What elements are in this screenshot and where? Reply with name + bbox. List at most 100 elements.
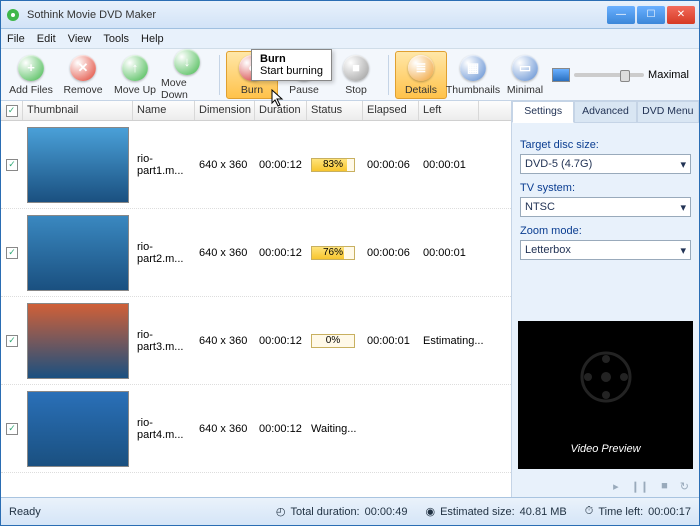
disc-size-select[interactable]: DVD-5 (4.7G)▾ — [520, 154, 691, 174]
thumbnails-button[interactable]: ▦Thumbnails — [447, 51, 499, 99]
titlebar: Sothink Movie DVD Maker — ☐ ✕ — [1, 1, 699, 29]
status-ready: Ready — [9, 506, 41, 518]
chevron-down-icon: ▾ — [680, 244, 686, 257]
details-button[interactable]: ≣Details — [395, 51, 447, 99]
menubar: File Edit View Tools Help — [1, 29, 699, 49]
cell-duration: 00:00:12 — [255, 421, 307, 437]
table-row[interactable]: ✓ rio-part1.m... 640 x 360 00:00:12 83% … — [1, 121, 511, 209]
progress-bar: 0% — [311, 334, 355, 348]
row-checkbox[interactable]: ✓ — [6, 423, 18, 435]
zoom-slider[interactable] — [574, 73, 644, 77]
app-icon — [5, 7, 21, 23]
tv-system-label: TV system: — [520, 182, 691, 194]
menu-view[interactable]: View — [68, 33, 92, 45]
zoom-mode-label: Zoom mode: — [520, 225, 691, 237]
col-left[interactable]: Left — [419, 101, 479, 120]
cell-name: rio-part3.m... — [133, 327, 195, 355]
cell-duration: 00:00:12 — [255, 333, 307, 349]
play-icon[interactable]: ▸ — [613, 480, 619, 493]
thumbnail-image — [27, 303, 129, 379]
minimize-button[interactable]: — — [607, 6, 635, 24]
col-thumbnail[interactable]: Thumbnail — [23, 101, 133, 120]
disc-icon: ◉ — [425, 505, 435, 518]
window-title: Sothink Movie DVD Maker — [27, 9, 607, 21]
progress-bar: 76% — [311, 246, 355, 260]
move-up-button[interactable]: ↑Move Up — [109, 51, 161, 99]
table-body: ✓ rio-part1.m... 640 x 360 00:00:12 83% … — [1, 121, 511, 473]
table-header: ✓ Thumbnail Name Dimension Duration Stat… — [1, 101, 511, 121]
est-size-value: 40.81 MB — [520, 506, 567, 518]
cell-name: rio-part4.m... — [133, 415, 195, 443]
tv-system-select[interactable]: NTSC▾ — [520, 197, 691, 217]
cell-duration: 00:00:12 — [255, 157, 307, 173]
close-button[interactable]: ✕ — [667, 6, 695, 24]
cell-dimension: 640 x 360 — [195, 421, 255, 437]
zoom-slider-area: Maximal — [552, 68, 695, 82]
side-tabs: Settings Advanced DVD Menu — [512, 101, 699, 123]
cell-left: Estimating... — [419, 333, 479, 349]
cell-elapsed: 00:00:01 — [363, 333, 419, 349]
clock-icon: ◴ — [276, 505, 286, 518]
maximize-button[interactable]: ☐ — [637, 6, 665, 24]
menu-tools[interactable]: Tools — [103, 33, 129, 45]
col-status[interactable]: Status — [307, 101, 363, 120]
col-name[interactable]: Name — [133, 101, 195, 120]
cell-dimension: 640 x 360 — [195, 245, 255, 261]
loop-icon[interactable]: ↻ — [680, 480, 689, 493]
thumbnail-image — [27, 127, 129, 203]
thumbnail-image — [27, 215, 129, 291]
col-elapsed[interactable]: Elapsed — [363, 101, 419, 120]
menu-help[interactable]: Help — [141, 33, 164, 45]
video-preview: Video Preview — [518, 321, 693, 469]
toolbar: +Add Files✕Remove↑Move Up↓Move Down●Burn… — [1, 49, 699, 101]
tab-advanced[interactable]: Advanced — [574, 101, 636, 123]
cell-elapsed — [363, 427, 419, 431]
cell-status: 0% — [307, 332, 363, 350]
chevron-down-icon: ▾ — [680, 201, 686, 214]
cell-name: rio-part2.m... — [133, 239, 195, 267]
table-row[interactable]: ✓ rio-part3.m... 640 x 360 00:00:12 0% 0… — [1, 297, 511, 385]
table-row[interactable]: ✓ rio-part4.m... 640 x 360 00:00:12 Wait… — [1, 385, 511, 473]
content-area: ✓ Thumbnail Name Dimension Duration Stat… — [1, 101, 699, 497]
minimal-button[interactable]: ▭Minimal — [499, 51, 551, 99]
progress-bar: 83% — [311, 158, 355, 172]
col-dimension[interactable]: Dimension — [195, 101, 255, 120]
timer-icon: ⏱ — [585, 505, 594, 518]
maximal-icon — [552, 68, 570, 82]
cell-left: 00:00:01 — [419, 157, 479, 173]
cell-duration: 00:00:12 — [255, 245, 307, 261]
pause-icon[interactable]: ❙❙ — [631, 480, 649, 493]
cell-name: rio-part1.m... — [133, 151, 195, 179]
stop-icon[interactable]: ■ — [661, 480, 668, 492]
preview-controls: ▸ ❙❙ ■ ↻ — [512, 475, 699, 497]
tab-settings[interactable]: Settings — [512, 101, 574, 123]
add-files-button[interactable]: +Add Files — [5, 51, 57, 99]
col-duration[interactable]: Duration — [255, 101, 307, 120]
cell-status: 76% — [307, 244, 363, 262]
settings-panel: Target disc size: DVD-5 (4.7G)▾ TV syste… — [512, 123, 699, 268]
check-all[interactable]: ✓ — [6, 105, 18, 117]
cell-status: 83% — [307, 156, 363, 174]
menu-file[interactable]: File — [7, 33, 25, 45]
disc-size-label: Target disc size: — [520, 139, 691, 151]
zoom-mode-select[interactable]: Letterbox▾ — [520, 240, 691, 260]
app-window: Sothink Movie DVD Maker — ☐ ✕ File Edit … — [0, 0, 700, 526]
table-row[interactable]: ✓ rio-part2.m... 640 x 360 00:00:12 76% … — [1, 209, 511, 297]
cell-status: Waiting... — [307, 421, 363, 437]
cell-elapsed: 00:00:06 — [363, 245, 419, 261]
file-table: ✓ Thumbnail Name Dimension Duration Stat… — [1, 101, 511, 497]
burn-tooltip: Burn Start burning — [251, 49, 332, 81]
move-down-button[interactable]: ↓Move Down — [161, 51, 213, 99]
tab-dvd-menu[interactable]: DVD Menu — [637, 101, 699, 123]
cell-dimension: 640 x 360 — [195, 333, 255, 349]
cell-left: 00:00:01 — [419, 245, 479, 261]
chevron-down-icon: ▾ — [680, 158, 686, 171]
statusbar: Ready ◴ Total duration: 00:00:49 ◉ Estim… — [1, 497, 699, 525]
row-checkbox[interactable]: ✓ — [6, 335, 18, 347]
stop-button[interactable]: ■Stop — [330, 51, 382, 99]
remove-button[interactable]: ✕Remove — [57, 51, 109, 99]
row-checkbox[interactable]: ✓ — [6, 247, 18, 259]
sidepanel: Settings Advanced DVD Menu Target disc s… — [511, 101, 699, 497]
row-checkbox[interactable]: ✓ — [6, 159, 18, 171]
menu-edit[interactable]: Edit — [37, 33, 56, 45]
